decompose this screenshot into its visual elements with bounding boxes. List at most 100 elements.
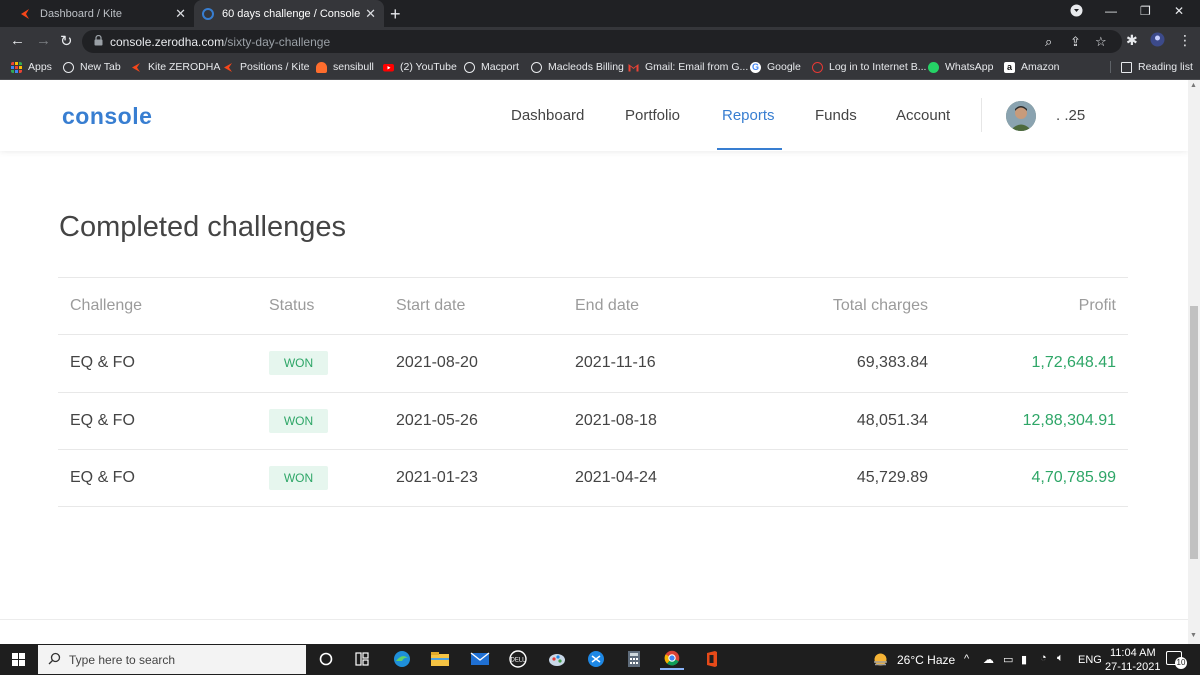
bookmark-internet-banking[interactable]: Log in to Internet B... bbox=[812, 61, 926, 73]
cell-start-date: 2021-01-23 bbox=[396, 469, 478, 486]
device-icon[interactable]: ▭ bbox=[1003, 653, 1013, 666]
bookmark-label: Apps bbox=[28, 61, 52, 73]
tab-60-days-challenge[interactable]: 60 days challenge / Console ✕ bbox=[194, 0, 384, 27]
calculator-icon[interactable] bbox=[622, 648, 646, 670]
status-badge: WON bbox=[269, 466, 328, 490]
wifi-icon[interactable]: ◔ bbox=[1040, 652, 1047, 664]
chrome-icon[interactable] bbox=[660, 648, 684, 670]
bookmark-macport[interactable]: Macport bbox=[464, 61, 519, 73]
snip-tool-icon[interactable] bbox=[584, 648, 608, 670]
bookmark-label: New Tab bbox=[80, 61, 121, 73]
dell-icon[interactable]: DELL bbox=[506, 648, 530, 670]
bookmark-kite-zerodha[interactable]: Kite ZERODHA bbox=[131, 61, 220, 73]
bookmark-star-icon[interactable]: ☆ bbox=[1095, 34, 1107, 50]
nav-funds[interactable]: Funds bbox=[815, 107, 857, 124]
onedrive-cloud-icon[interactable]: ☁ bbox=[983, 653, 994, 666]
close-tab-icon[interactable]: ✕ bbox=[365, 6, 376, 22]
office-icon[interactable] bbox=[700, 648, 724, 670]
status-badge: WON bbox=[269, 351, 328, 375]
footer-divider bbox=[0, 619, 1188, 620]
globe-icon bbox=[531, 61, 542, 73]
scroll-down-arrow-icon[interactable]: ▼ bbox=[1190, 632, 1197, 639]
tab-title: Dashboard / Kite bbox=[40, 7, 122, 20]
profile-avatar-icon[interactable] bbox=[1150, 32, 1165, 50]
bookmark-macleods-billing[interactable]: Macleods Billing bbox=[531, 61, 624, 73]
user-avatar[interactable] bbox=[1006, 101, 1036, 131]
taskbar-search-box[interactable]: Type here to search bbox=[38, 645, 306, 674]
task-view-icon[interactable] bbox=[350, 648, 374, 670]
close-tab-icon[interactable]: ✕ bbox=[175, 6, 186, 22]
scroll-up-arrow-icon[interactable]: ▲ bbox=[1190, 82, 1197, 89]
column-header-total-charges: Total charges bbox=[832, 297, 928, 314]
column-header-status: Status bbox=[269, 297, 315, 314]
reading-list-button[interactable]: Reading list bbox=[1110, 61, 1193, 73]
chrome-menu-icon[interactable]: ⋮ bbox=[1178, 32, 1192, 49]
paint-icon[interactable] bbox=[545, 648, 569, 670]
tray-overflow-chevron-icon[interactable]: ^ bbox=[964, 653, 969, 665]
weather-text[interactable]: 26°C Haze bbox=[897, 653, 955, 667]
cortana-icon[interactable] bbox=[314, 648, 338, 670]
bookmark-whatsapp[interactable]: WhatsApp bbox=[928, 61, 993, 73]
active-nav-underline bbox=[717, 148, 782, 150]
challenges-table: Challenge Status Start date End date Tot… bbox=[58, 277, 1128, 507]
tab-dashboard-kite[interactable]: Dashboard / Kite ✕ bbox=[12, 0, 194, 27]
apps-grid-icon bbox=[11, 61, 22, 73]
share-icon[interactable]: ⇪ bbox=[1070, 34, 1081, 50]
url-path: /sixty-day-challenge bbox=[224, 35, 331, 49]
reload-icon[interactable]: ↻ bbox=[60, 32, 73, 50]
header-divider bbox=[981, 98, 982, 132]
cell-profit: 12,88,304.91 bbox=[1022, 411, 1116, 429]
mail-icon[interactable] bbox=[468, 648, 492, 670]
address-bar[interactable]: console.zerodha.com/sixty-day-challenge … bbox=[82, 30, 1122, 53]
weather-haze-icon[interactable] bbox=[872, 651, 889, 668]
bookmark-google[interactable]: G Google bbox=[750, 61, 801, 73]
profile-dropdown-icon[interactable] bbox=[1070, 4, 1083, 20]
bookmark-label: sensibull bbox=[333, 61, 374, 73]
nav-account[interactable]: Account bbox=[896, 107, 950, 124]
nav-portfolio[interactable]: Portfolio bbox=[625, 107, 680, 124]
page-scrollbar[interactable]: ▲ ▼ bbox=[1188, 80, 1200, 644]
bookmark-youtube[interactable]: (2) YouTube bbox=[383, 61, 457, 73]
nav-dashboard[interactable]: Dashboard bbox=[511, 107, 584, 124]
nav-reports[interactable]: Reports bbox=[722, 107, 775, 124]
cell-total-charges: 45,729.89 bbox=[856, 469, 928, 486]
bookmarks-bar: Apps New Tab Kite ZERODHA Positions / Ki… bbox=[0, 56, 1200, 80]
extensions-puzzle-icon[interactable]: ✱ bbox=[1126, 32, 1138, 49]
battery-icon[interactable]: ▮ bbox=[1021, 653, 1027, 666]
bookmark-new-tab[interactable]: New Tab bbox=[63, 61, 121, 73]
cell-total-charges: 48,051.34 bbox=[856, 411, 928, 429]
language-indicator[interactable]: ENG bbox=[1078, 654, 1102, 666]
scrollbar-thumb[interactable] bbox=[1190, 306, 1198, 559]
file-explorer-icon[interactable] bbox=[428, 648, 452, 670]
user-id[interactable]: . .25 bbox=[1056, 107, 1085, 124]
console-logo[interactable]: console bbox=[62, 103, 152, 130]
restore-icon[interactable]: ❐ bbox=[1140, 4, 1151, 18]
youtube-icon bbox=[383, 63, 394, 71]
reading-list-label: Reading list bbox=[1138, 61, 1193, 73]
bookmark-gmail[interactable]: Gmail: Email from G... bbox=[628, 61, 748, 73]
forward-arrow-icon[interactable]: → bbox=[36, 32, 51, 49]
search-placeholder: Type here to search bbox=[69, 653, 176, 667]
back-arrow-icon[interactable]: ← bbox=[10, 32, 25, 49]
sensibull-icon bbox=[316, 61, 327, 73]
table-row: EQ & FO WON 2021-08-20 2021-11-16 69,383… bbox=[58, 334, 1128, 392]
clock-date[interactable]: 27-11-2021 bbox=[1105, 661, 1160, 673]
clock-time[interactable]: 11:04 AM bbox=[1110, 647, 1156, 659]
new-tab-plus-icon[interactable]: + bbox=[390, 4, 401, 25]
bookmark-sensibull[interactable]: sensibull bbox=[316, 61, 374, 73]
tab-title: 60 days challenge / Console bbox=[222, 7, 361, 20]
close-window-icon[interactable]: ✕ bbox=[1174, 4, 1184, 18]
console-header: console Dashboard Portfolio Reports Fund… bbox=[0, 80, 1188, 151]
cell-challenge: EQ & FO bbox=[70, 469, 135, 486]
edge-icon[interactable] bbox=[390, 648, 414, 670]
volume-icon[interactable]: 🔈︎ bbox=[1057, 652, 1064, 665]
bookmark-label: Kite ZERODHA bbox=[148, 61, 221, 73]
zoom-icon[interactable]: ⌕ bbox=[1045, 34, 1052, 50]
page-title: Completed challenges bbox=[59, 211, 346, 243]
minimize-icon[interactable]: — bbox=[1105, 4, 1117, 18]
bookmark-amazon[interactable]: a Amazon bbox=[1004, 61, 1060, 73]
windows-start-icon[interactable] bbox=[12, 653, 25, 666]
bookmark-apps[interactable]: Apps bbox=[11, 61, 52, 73]
bookmark-positions-kite[interactable]: Positions / Kite bbox=[223, 61, 309, 73]
notification-center-icon[interactable]: 10 bbox=[1166, 651, 1187, 669]
